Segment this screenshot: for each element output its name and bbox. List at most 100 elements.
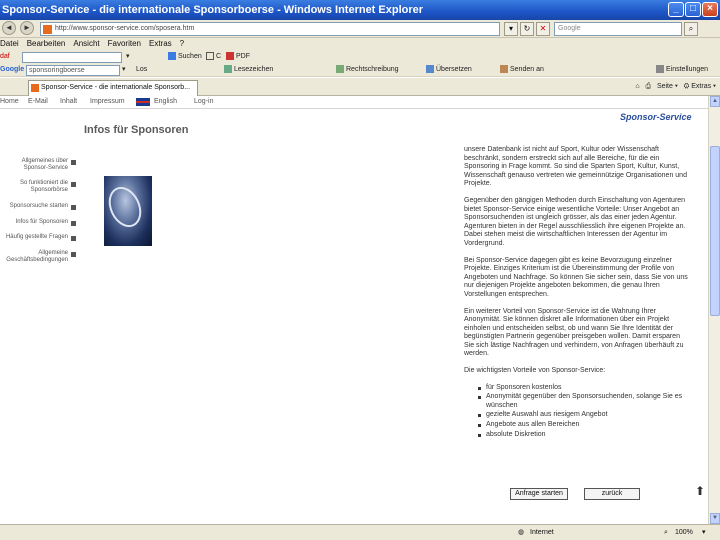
dropdown-arrow-icon[interactable]: ▾ (504, 22, 518, 36)
nav-impressum[interactable]: Impressum (90, 98, 125, 105)
google-go-button[interactable]: Los (136, 63, 147, 76)
paragraph: Die wichtigsten Vorteile von Sponsor-Ser… (464, 367, 606, 375)
security-zone: Internet (530, 529, 554, 536)
home-icon[interactable]: ⌂ (635, 83, 639, 90)
tab-sponsor-service[interactable]: Sponsor-Service - die internationale Spo… (28, 80, 198, 96)
bullet-icon (71, 205, 76, 210)
nav-login[interactable]: Log-in (194, 98, 213, 105)
list-item: für Sponsoren kostenlos (464, 384, 689, 393)
address-url: http://www.sponsor-service.com/sposera.h… (55, 25, 195, 32)
minimize-button[interactable]: _ (668, 2, 684, 17)
bullet-icon (71, 252, 76, 257)
toolbar-search-button[interactable]: Suchen (168, 50, 202, 63)
scroll-down-icon[interactable]: ▼ (710, 513, 720, 524)
sidemenu-item-agb[interactable]: Allgemeine Geschäftsbedingungen (0, 250, 76, 264)
sidemenu-item-allgemeines[interactable]: Allgemeines über Sponsor-Service (0, 158, 76, 172)
translate-icon (426, 65, 434, 74)
tab-bar: Sponsor-Service - die internationale Spo… (0, 78, 720, 96)
pdf-icon (226, 52, 234, 61)
sidemenu-item-faq[interactable]: Häufig gestellte Fragen (0, 234, 76, 241)
main-text: unsere Datenbank ist nicht auf Sport, Ku… (464, 146, 689, 440)
benefits-list: für Sponsoren kostenlos Anonymität gegen… (464, 384, 689, 440)
address-row: ◄ ► http://www.sponsor-service.com/spose… (0, 20, 720, 38)
toolbar-label: daf (0, 53, 10, 60)
gear-icon: ⚙ (683, 83, 690, 90)
refresh-icon[interactable]: ↻ (520, 22, 534, 36)
toolbar-item[interactable]: Rechtschreibung (336, 63, 399, 76)
menu-datei[interactable]: Datei (0, 38, 19, 50)
stop-icon[interactable]: ✕ (536, 22, 550, 36)
search-go-icon[interactable]: ⌕ (684, 22, 698, 36)
menu-ansicht[interactable]: Ansicht (73, 38, 99, 50)
satellite-dish-image (104, 176, 152, 246)
sidemenu-item-infos[interactable]: Infos für Sponsoren (0, 219, 76, 226)
site-logo: Sponsor-Service (620, 112, 692, 122)
maximize-button[interactable]: □ (685, 2, 701, 17)
google-query-input[interactable]: sponsoringboerse (26, 65, 120, 76)
menu-bar: Datei Bearbeiten Ansicht Favoriten Extra… (0, 38, 720, 50)
toolbar-row-2: Google sponsoringboerse ▾ Los Lesezeiche… (0, 63, 720, 77)
menu-bearbeiten[interactable]: Bearbeiten (27, 38, 66, 50)
toolbar-item[interactable]: Einstellungen (656, 63, 708, 76)
tab-tools: ⌂ ⎙ Seite ▾ ⚙ Extras ▾ (635, 83, 716, 90)
title-bar: Sponsor-Service - die internationale Spo… (0, 0, 720, 20)
scroll-up-icon[interactable]: ▲ (710, 96, 720, 107)
menu-favoriten[interactable]: Favoriten (108, 38, 141, 50)
sidemenu-item-sponsorsuche[interactable]: Sponsorsuche starten (0, 203, 76, 210)
toolbar-item[interactable]: Übersetzen (426, 63, 472, 76)
list-item: Angebote aus allen Bereichen (464, 421, 689, 430)
paragraph: Ein weiterer Vorteil von Sponsor-Service… (464, 307, 684, 358)
nav-english[interactable]: English (154, 98, 177, 105)
page-title: Infos für Sponsoren (84, 124, 189, 136)
nav-inhalt[interactable]: Inhalt (60, 98, 77, 105)
bullet-icon (71, 236, 76, 241)
forward-button[interactable]: ► (20, 21, 34, 35)
list-item: absolute Diskretion (464, 431, 689, 440)
extras-menu[interactable]: Extras (691, 83, 711, 90)
zoom-icon: ⌕ (664, 529, 668, 536)
sidemenu-item-funktioniert[interactable]: So funktioniert die Sponsorbörse (0, 180, 76, 194)
toolbar-search-input[interactable] (22, 52, 122, 63)
vertical-scrollbar[interactable]: ▲ ▼ (708, 96, 720, 524)
globe-icon: ◍ (518, 529, 525, 536)
site-favicon-icon (43, 25, 52, 34)
toolbar-row-1: daf ▾ Suchen C PDF (0, 50, 720, 64)
scroll-thumb[interactable] (710, 146, 720, 316)
bullet-icon (71, 182, 76, 187)
send-icon (500, 65, 508, 74)
window-controls: _ □ × (668, 2, 718, 17)
dropdown-arrow-icon[interactable]: ▾ (702, 525, 706, 540)
uk-flag-icon (136, 98, 150, 106)
google-query-value: sponsoringboerse (29, 67, 85, 74)
toolbar-item[interactable]: Senden an (500, 63, 544, 76)
nav-home[interactable]: Home (0, 98, 19, 105)
toolbar-button[interactable]: C (206, 50, 221, 63)
window-icon (206, 52, 214, 61)
list-item: gezielte Auswahl aus riesigem Angebot (464, 411, 689, 420)
search-placeholder: Google (558, 25, 581, 32)
dropdown-arrow-icon[interactable]: ▾ (122, 63, 126, 76)
page-menu[interactable]: Seite (657, 83, 673, 90)
dropdown-arrow-icon[interactable]: ▾ (126, 50, 130, 63)
zoom-level[interactable]: 100% (675, 525, 693, 540)
spellcheck-icon (336, 65, 344, 74)
toolbar-item[interactable]: Lesezeichen (224, 63, 273, 76)
pdf-button[interactable]: PDF (226, 50, 250, 63)
menu-help[interactable]: ? (180, 38, 184, 50)
address-input[interactable]: http://www.sponsor-service.com/sposera.h… (40, 22, 500, 36)
nav-divider (0, 108, 708, 109)
start-request-button[interactable]: Anfrage starten (510, 488, 568, 500)
bullet-icon (71, 221, 76, 226)
print-icon[interactable]: ⎙ (645, 83, 651, 90)
back-button[interactable]: ◄ (2, 21, 16, 35)
search-input[interactable]: Google (554, 22, 682, 36)
page-content: Home E-Mail Inhalt Impressum English Log… (0, 96, 708, 524)
menu-extras[interactable]: Extras (149, 38, 172, 50)
window-title: Sponsor-Service - die internationale Spo… (2, 4, 424, 16)
arrow-up-icon[interactable]: ⬆ (695, 484, 705, 498)
settings-icon (656, 65, 664, 74)
back-link-button[interactable]: zurück (584, 488, 640, 500)
close-button[interactable]: × (702, 2, 718, 17)
bullet-icon (71, 160, 76, 165)
nav-email[interactable]: E-Mail (28, 98, 48, 105)
